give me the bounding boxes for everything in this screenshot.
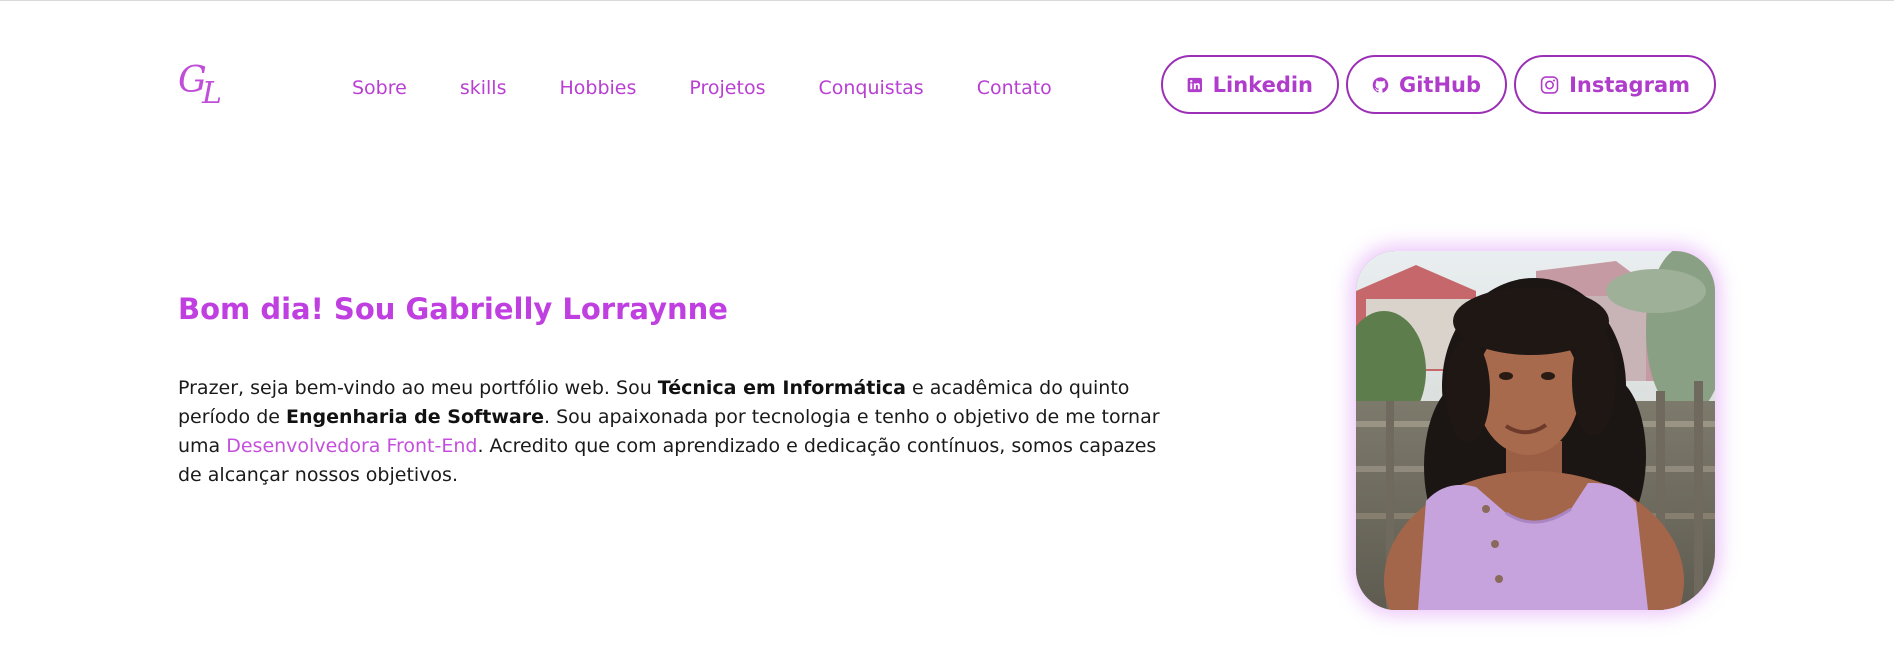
intro-bold-engenharia: Engenharia de Software	[285, 406, 544, 428]
intro-paragraph: Prazer, seja bem-vindo ao meu portfólio …	[178, 374, 1168, 490]
logo-letter-l: L	[202, 76, 222, 111]
main-nav: Sobre skills Hobbies Projetos Conquistas…	[352, 77, 1105, 99]
nav-link-hobbies[interactable]: Hobbies	[559, 77, 636, 99]
instagram-label: Instagram	[1569, 72, 1690, 97]
intro-text-1: Prazer, seja bem-vindo ao meu portfólio …	[178, 377, 658, 399]
profile-photo-image	[1356, 251, 1715, 610]
github-label: GitHub	[1398, 72, 1481, 97]
intro-bold-tecnica: Técnica em Informática	[657, 377, 906, 399]
instagram-icon	[1540, 75, 1559, 94]
nav-link-sobre[interactable]: Sobre	[352, 77, 407, 99]
logo[interactable]: G L	[178, 60, 228, 112]
github-button[interactable]: GitHub	[1346, 55, 1507, 114]
nav-link-skills[interactable]: skills	[460, 77, 507, 99]
linkedin-button[interactable]: Linkedin	[1161, 55, 1339, 114]
site-header: G L Sobre skills Hobbies Projetos Conqui…	[0, 0, 1894, 175]
nav-link-conquistas[interactable]: Conquistas	[818, 77, 923, 99]
nav-link-projetos[interactable]: Projetos	[689, 77, 765, 99]
instagram-button[interactable]: Instagram	[1514, 55, 1716, 114]
github-icon	[1372, 76, 1389, 93]
profile-photo	[1356, 251, 1715, 610]
nav-link-contato[interactable]: Contato	[977, 77, 1052, 99]
hero-title: Bom dia! Sou Gabrielly Lorraynne	[178, 292, 728, 326]
social-links: Linkedin GitHub Instagram	[1161, 55, 1716, 114]
linkedin-label: Linkedin	[1212, 72, 1313, 97]
linkedin-icon	[1187, 77, 1202, 92]
intro-accent-frontend: Desenvolvedora Front-End	[226, 435, 478, 457]
